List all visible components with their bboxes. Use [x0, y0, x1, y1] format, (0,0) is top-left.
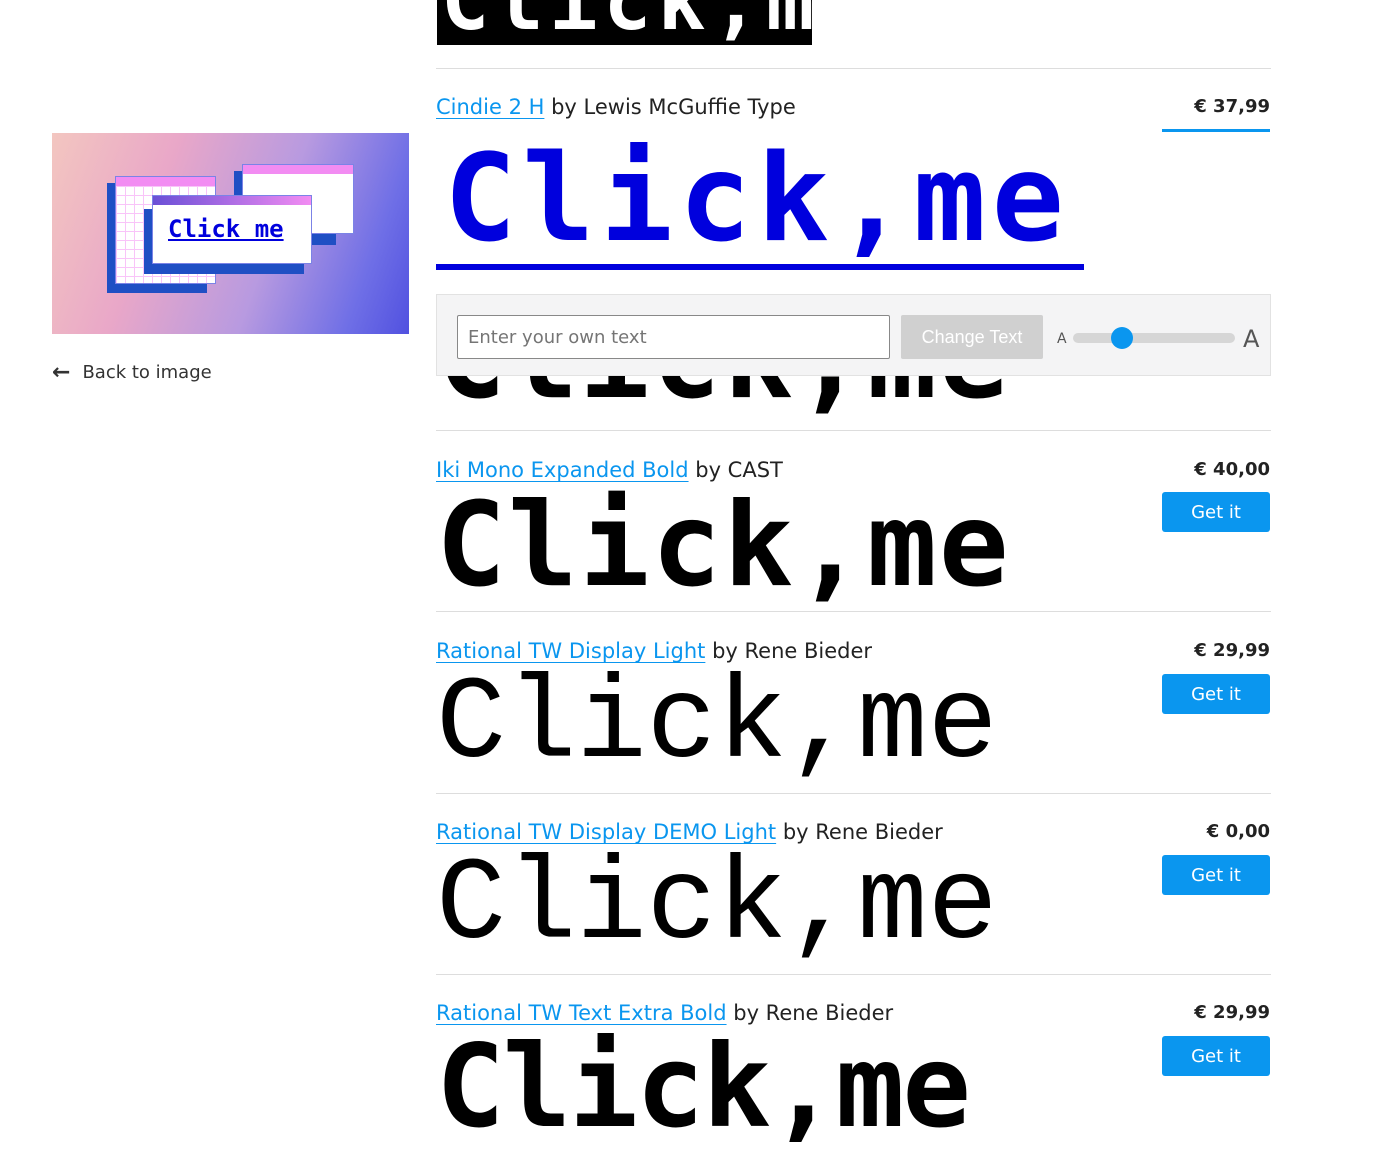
- font-sample: Click,me: [436, 841, 998, 973]
- hero-image: Click me: [52, 133, 409, 334]
- font-title: Cindie 2 H by Lewis McGuffie Type: [436, 95, 796, 119]
- font-price: € 0,00: [1206, 821, 1270, 842]
- preview-toolbar: Change Text A A: [436, 294, 1271, 376]
- size-large-label: A: [1243, 325, 1260, 353]
- back-to-image-link[interactable]: ← Back to image: [52, 360, 212, 385]
- divider: [436, 611, 1271, 612]
- font-name-link[interactable]: Cindie 2 H: [436, 95, 544, 119]
- divider: [436, 68, 1271, 69]
- previous-font-sample: Click,me: [437, 0, 812, 45]
- get-it-button[interactable]: Get it: [1162, 1036, 1270, 1076]
- font-sample-cindie: Click,me: [436, 140, 1084, 270]
- arrow-left-icon: ←: [52, 360, 71, 385]
- font-price: € 37,99: [1194, 96, 1270, 117]
- font-price: € 29,99: [1194, 1002, 1270, 1023]
- size-small-label: A: [1057, 331, 1067, 347]
- get-it-button[interactable]: Get it: [1162, 855, 1270, 895]
- font-sample: Click,me: [436, 478, 1011, 613]
- font-sample: Click,me: [436, 660, 998, 792]
- font-price: € 40,00: [1194, 459, 1270, 480]
- get-it-button-edge[interactable]: [1162, 129, 1270, 132]
- divider: [436, 430, 1271, 431]
- size-slider[interactable]: [1073, 327, 1235, 349]
- font-sample: Click,me: [436, 1020, 971, 1153]
- get-it-button[interactable]: Get it: [1162, 492, 1270, 532]
- font-price: € 29,99: [1194, 640, 1270, 661]
- custom-text-input[interactable]: [457, 315, 890, 359]
- get-it-button[interactable]: Get it: [1162, 674, 1270, 714]
- divider: [436, 793, 1271, 794]
- divider: [436, 974, 1271, 975]
- slider-thumb[interactable]: [1111, 327, 1133, 349]
- change-text-button[interactable]: Change Text: [901, 315, 1043, 359]
